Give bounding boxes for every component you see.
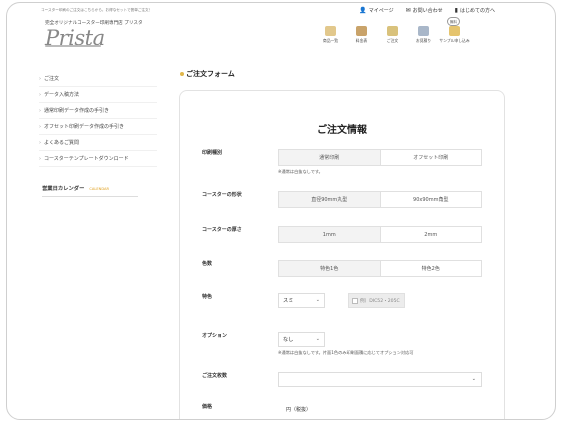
pen-icon: [449, 26, 460, 36]
thickness-2mm[interactable]: 2mm: [379, 227, 482, 242]
first-time-link[interactable]: ▮ はじめての方へ: [455, 7, 495, 14]
sidebar-item-order[interactable]: ご注文: [39, 71, 157, 87]
sidebar-item-offset-print-guide[interactable]: オフセット印刷データ作成の手引き: [39, 119, 157, 135]
print-type-normal[interactable]: 通常印刷: [279, 150, 380, 165]
mypage-link[interactable]: 👤 マイページ: [359, 7, 393, 14]
nav-sample[interactable]: 無料 サンプル申し込み: [439, 17, 470, 44]
spot-color-label: 特色: [202, 294, 213, 300]
thickness-selector: 1mm 2mm: [278, 226, 482, 243]
shape-selector: 直径90mm丸型 90x90mm角型: [278, 191, 482, 208]
quantity-label: ご注文枚数: [202, 373, 228, 379]
option-label: オプション: [202, 333, 228, 339]
thickness-label: コースターの厚さ: [202, 227, 242, 233]
spot-color-select[interactable]: スミ ⌄: [278, 293, 325, 308]
price-value: 円（税抜）: [286, 407, 312, 413]
colors-2[interactable]: 特色2色: [379, 261, 482, 276]
mail-icon: ✉: [405, 7, 411, 14]
quantity-select[interactable]: ⌄: [278, 372, 482, 387]
page-title: ご注文フォーム: [180, 69, 235, 79]
colors-selector: 特色1色 特色2色: [278, 260, 482, 277]
chevron-down-icon: ⌄: [315, 297, 320, 303]
chevron-down-icon: ⌄: [315, 336, 320, 342]
chevron-down-icon: ⌄: [471, 376, 476, 382]
sidebar-item-data-submission[interactable]: データ入稿方法: [39, 87, 157, 103]
product-list-icon: [325, 26, 336, 36]
top-links: 👤 マイページ ✉ お問い合わせ ▮ はじめての方へ: [359, 7, 495, 14]
sidebar-item-faq[interactable]: よくあるご質問: [39, 135, 157, 151]
header-tagline: コースター印刷のご注文はこちらから。お得なセットで簡単ご注文！: [41, 8, 153, 12]
price-label: 価格: [202, 404, 213, 410]
shape-square[interactable]: 90x90mm角型: [379, 192, 482, 207]
order-form: ご注文情報 印刷種別 通常印刷 オフセット印刷 ※通常は白抜なしです。 コースタ…: [179, 90, 505, 419]
main-nav: 商品一覧 料金表 ご注文 お見積り 無料 サンプル申し込み: [315, 17, 470, 44]
free-badge: 無料: [447, 17, 460, 26]
thickness-1mm[interactable]: 1mm: [279, 227, 380, 242]
nav-product-list[interactable]: 商品一覧: [315, 26, 346, 44]
cart-icon: [387, 26, 398, 36]
book-icon: ▮: [454, 7, 458, 14]
box-icon: [356, 26, 367, 36]
colors-1[interactable]: 特色1色: [279, 261, 380, 276]
calendar-sub: CALENDAR: [89, 187, 109, 191]
option-select[interactable]: なし ⌄: [278, 332, 325, 347]
page-frame: コースター印刷のご注文はこちらから。お得なセットで簡単ご注文！ 👤 マイページ ✉…: [6, 2, 556, 420]
person-icon: 👤: [359, 7, 367, 14]
calendar-title: 営業日カレンダー CALENDAR: [42, 186, 109, 192]
divider: [42, 196, 138, 197]
color-swatch: [352, 297, 358, 304]
contact-link[interactable]: ✉ お問い合わせ: [406, 7, 443, 14]
shape-round[interactable]: 直径90mm丸型: [279, 192, 380, 207]
print-type-label: 印刷種別: [202, 150, 223, 156]
option-note: ※通常は白抜なしです。片面1色のみ印刷面積に応じてオプション対応可: [278, 350, 414, 355]
sidebar-item-template-download[interactable]: コースターテンプレートダウンロード: [39, 151, 157, 167]
spot-color-chip[interactable]: 例）DIC52・205C: [348, 293, 405, 308]
nav-estimate[interactable]: お見積り: [408, 26, 439, 44]
print-type-note: ※通常は白抜なしです。: [278, 169, 323, 174]
nav-price-list[interactable]: 料金表: [346, 26, 377, 44]
print-type-selector: 通常印刷 オフセット印刷: [278, 149, 482, 166]
print-type-offset[interactable]: オフセット印刷: [379, 150, 482, 165]
form-title: ご注文情報: [317, 125, 367, 136]
sidebar: ご注文 データ入稿方法 通常印刷データ作成の手引き オフセット印刷データ作成の手…: [39, 71, 157, 167]
shape-label: コースターの形状: [202, 192, 242, 198]
nav-order[interactable]: ご注文: [377, 26, 408, 44]
sidebar-item-normal-print-guide[interactable]: 通常印刷データ作成の手引き: [39, 103, 157, 119]
logo[interactable]: Prista: [45, 26, 105, 50]
sample-icon: [418, 26, 429, 36]
colors-label: 色数: [202, 261, 213, 267]
